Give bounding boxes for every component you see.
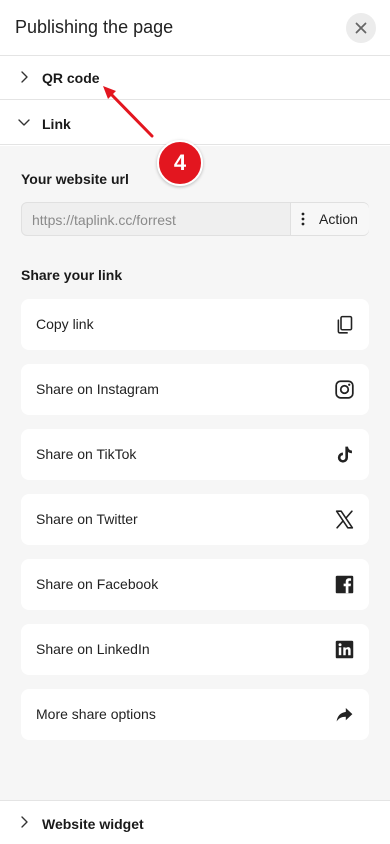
share-arrow-icon	[336, 707, 353, 722]
chevron-down-icon	[18, 119, 30, 126]
section-link[interactable]: Link	[0, 101, 390, 145]
section-qr-code-label: QR code	[42, 70, 100, 86]
share-your-link-label: Share your link	[21, 267, 123, 283]
facebook-icon	[335, 575, 354, 594]
panel-header: Publishing the page	[0, 0, 390, 56]
more-vertical-icon	[301, 212, 305, 226]
share-item-label: Share on Twitter	[36, 511, 138, 527]
publish-panel: Publishing the page QR code Link Your we…	[0, 0, 390, 844]
close-button[interactable]	[346, 13, 376, 43]
page-title: Publishing the page	[15, 17, 174, 37]
share-item-twitter[interactable]: Share on Twitter	[21, 494, 369, 545]
close-icon	[355, 22, 367, 34]
share-item-label: Share on Facebook	[36, 576, 159, 592]
section-website-widget[interactable]: Website widget	[0, 800, 390, 844]
section-website-widget-label: Website widget	[42, 816, 144, 832]
url-action-button[interactable]: Action	[290, 203, 369, 235]
linkedin-icon	[335, 640, 354, 659]
website-url-field[interactable]: https://taplink.cc/forrest Action	[21, 202, 369, 236]
share-item-label: Copy link	[36, 316, 94, 332]
section-link-label: Link	[42, 116, 71, 132]
instagram-icon	[335, 380, 354, 399]
annotation-arrow-icon	[103, 86, 154, 138]
copy-icon	[337, 315, 353, 334]
tiktok-icon	[337, 446, 352, 463]
share-item-copy-link[interactable]: Copy link	[21, 299, 369, 350]
share-item-label: Share on LinkedIn	[36, 641, 150, 657]
share-item-label: Share on Instagram	[36, 381, 159, 397]
share-item-linkedin[interactable]: Share on LinkedIn	[21, 624, 369, 675]
share-item-instagram[interactable]: Share on Instagram	[21, 364, 369, 415]
link-section-content: Your website url https://taplink.cc/forr…	[0, 146, 390, 800]
url-action-label: Action	[319, 211, 358, 227]
website-url-value: https://taplink.cc/forrest	[32, 212, 176, 228]
annotation-step-badge: 4	[157, 140, 203, 186]
chevron-right-icon	[21, 71, 28, 83]
share-item-tiktok[interactable]: Share on TikTok	[21, 429, 369, 480]
share-item-label: More share options	[36, 706, 156, 722]
chevron-right-icon	[21, 816, 28, 828]
share-item-more-options[interactable]: More share options	[21, 689, 369, 740]
website-url-label: Your website url	[21, 171, 129, 187]
x-twitter-icon	[335, 510, 354, 529]
share-item-label: Share on TikTok	[36, 446, 137, 462]
section-qr-code[interactable]: QR code	[0, 56, 390, 100]
share-item-facebook[interactable]: Share on Facebook	[21, 559, 369, 610]
